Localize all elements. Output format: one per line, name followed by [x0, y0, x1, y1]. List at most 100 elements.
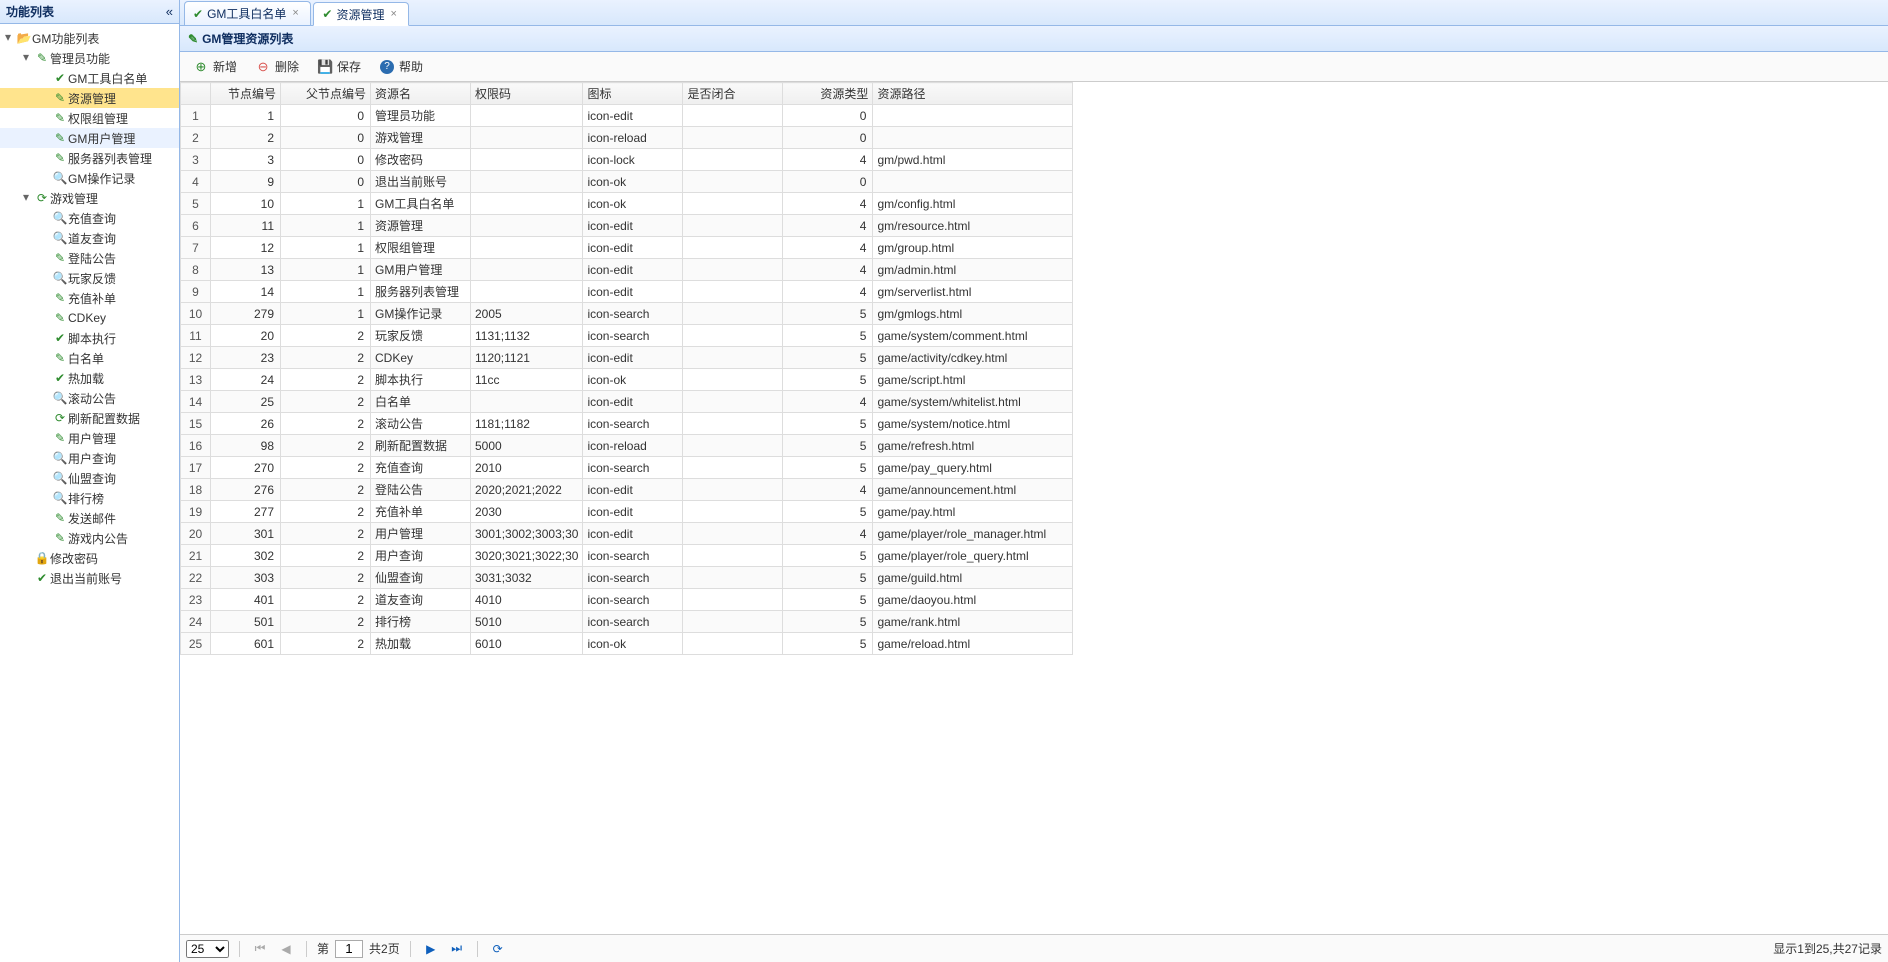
expand-icon[interactable]: ▾ [0, 30, 16, 46]
tree-node-guild-query[interactable]: 🔍仙盟查询 [0, 468, 179, 488]
col-header-5[interactable]: 图标 [583, 83, 683, 105]
cell: 1 [281, 259, 371, 281]
tree-node-user-query[interactable]: 🔍用户查询 [0, 448, 179, 468]
table-row[interactable]: 203012用户管理3001;3002;3003;30icon-edit4gam… [181, 523, 1073, 545]
tree-node-player-feedback[interactable]: 🔍玩家反馈 [0, 268, 179, 288]
close-icon[interactable]: × [292, 7, 304, 19]
table-row[interactable]: 9141服务器列表管理icon-edit4gm/serverlist.html [181, 281, 1073, 303]
tree-node-gm-whitelist[interactable]: ✔GM工具白名单 [0, 68, 179, 88]
tree-node-scroll-notice[interactable]: 🔍滚动公告 [0, 388, 179, 408]
tree-node-hotload[interactable]: ✔热加载 [0, 368, 179, 388]
col-header-2[interactable]: 父节点编号 [281, 83, 371, 105]
col-header-1[interactable]: 节点编号 [211, 83, 281, 105]
cell: 501 [211, 611, 281, 633]
col-header-3[interactable]: 资源名 [371, 83, 471, 105]
expand-icon[interactable]: ▾ [18, 190, 34, 206]
tree-node-game-mgmt[interactable]: ▾⟳游戏管理 [0, 188, 179, 208]
table-row[interactable]: 245012排行榜5010icon-search5game/rank.html [181, 611, 1073, 633]
table-row[interactable]: 192772充值补单2030icon-edit5game/pay.html [181, 501, 1073, 523]
tree-node-whitelist[interactable]: ✎白名单 [0, 348, 179, 368]
tab-1[interactable]: ✔资源管理× [313, 2, 409, 26]
cell: 276 [211, 479, 281, 501]
cell: 2 [281, 347, 371, 369]
col-header-8[interactable]: 资源路径 [873, 83, 1073, 105]
tab-0[interactable]: ✔GM工具白名单× [184, 1, 311, 25]
tree-node-perm-group[interactable]: ✎权限组管理 [0, 108, 179, 128]
tree-node-resource-mgmt[interactable]: ✎资源管理 [0, 88, 179, 108]
tree-node-rank[interactable]: 🔍排行榜 [0, 488, 179, 508]
table-row[interactable]: 12232CDKey1120;1121icon-edit5game/activi… [181, 347, 1073, 369]
close-icon[interactable]: × [390, 8, 402, 20]
resource-mgmt-icon: ✎ [52, 91, 68, 105]
tree-node-user-mgmt[interactable]: ✎用户管理 [0, 428, 179, 448]
tree-node-recharge-supp[interactable]: ✎充值补单 [0, 288, 179, 308]
tree-node-gm-user-mgmt[interactable]: ✎GM用户管理 [0, 128, 179, 148]
expand-icon [36, 490, 52, 506]
tree-label: 玩家反馈 [68, 270, 116, 287]
tree-node-send-mail[interactable]: ✎发送邮件 [0, 508, 179, 528]
next-page-button[interactable]: ▶ [421, 939, 441, 959]
table-row[interactable]: 223032仙盟查询3031;3032icon-search5game/guil… [181, 567, 1073, 589]
cell: 3 [181, 149, 211, 171]
table-row[interactable]: 234012道友查询4010icon-search5game/daoyou.ht… [181, 589, 1073, 611]
table-row[interactable]: 6111资源管理icon-edit4gm/resource.html [181, 215, 1073, 237]
refresh-button[interactable]: ⟳ [488, 939, 508, 959]
cell: game/player/role_query.html [873, 545, 1073, 567]
table-row[interactable]: 13242脚本执行11ccicon-ok5game/script.html [181, 369, 1073, 391]
tree-node-gm-oplog[interactable]: 🔍GM操作记录 [0, 168, 179, 188]
save-button[interactable]: 💾 保存 [310, 56, 368, 78]
table-row[interactable]: 102791GM操作记录2005icon-search5gm/gmlogs.ht… [181, 303, 1073, 325]
col-header-4[interactable]: 权限码 [471, 83, 583, 105]
table-row[interactable]: 330修改密码icon-lock4gm/pwd.html [181, 149, 1073, 171]
tree-node-server-list[interactable]: ✎服务器列表管理 [0, 148, 179, 168]
table-row[interactable]: 14252白名单icon-edit4game/system/whitelist.… [181, 391, 1073, 413]
table-row[interactable]: 182762登陆公告2020;2021;2022icon-edit4game/a… [181, 479, 1073, 501]
page-size-select[interactable]: 102550100 [186, 940, 229, 958]
collapse-sidebar-icon[interactable]: « [166, 4, 173, 19]
cell: 4010 [471, 589, 583, 611]
help-button[interactable]: ? 帮助 [372, 56, 430, 78]
tree-node-script-exec[interactable]: ✔脚本执行 [0, 328, 179, 348]
table-row[interactable]: 8131GM用户管理icon-edit4gm/admin.html [181, 259, 1073, 281]
table-row[interactable]: 213022用户查询3020;3021;3022;30icon-search5g… [181, 545, 1073, 567]
tree-node-daoyou-query[interactable]: 🔍道友查询 [0, 228, 179, 248]
last-page-button[interactable]: ⏭ [447, 939, 467, 959]
table-row[interactable]: 7121权限组管理icon-edit4gm/group.html [181, 237, 1073, 259]
page-input[interactable] [335, 940, 363, 958]
tree-node-ingame-notice[interactable]: ✎游戏内公告 [0, 528, 179, 548]
prev-page-button[interactable]: ◀ [276, 939, 296, 959]
tree-node-cdkey[interactable]: ✎CDKey [0, 308, 179, 328]
tree-node-root[interactable]: ▾📂GM功能列表 [0, 28, 179, 48]
table-row[interactable]: 256012热加载6010icon-ok5game/reload.html [181, 633, 1073, 655]
add-button[interactable]: ⊕ 新增 [186, 56, 244, 78]
table-row[interactable]: 110管理员功能icon-edit0 [181, 105, 1073, 127]
table-row[interactable]: 16982刷新配置数据5000icon-reload5game/refresh.… [181, 435, 1073, 457]
tree-label: 修改密码 [50, 550, 98, 567]
tree-label: 热加载 [68, 370, 104, 387]
first-page-button[interactable]: ⏮ [250, 939, 270, 959]
cell: icon-ok [583, 369, 683, 391]
table-row[interactable]: 5101GM工具白名单icon-ok4gm/config.html [181, 193, 1073, 215]
tree-node-logout[interactable]: ✔退出当前账号 [0, 568, 179, 588]
expand-icon[interactable]: ▾ [18, 50, 34, 66]
table-row[interactable]: 172702充值查询2010icon-search5game/pay_query… [181, 457, 1073, 479]
cell [683, 589, 783, 611]
col-header-7[interactable]: 资源类型 [783, 83, 873, 105]
tree-node-admin-func[interactable]: ▾✎管理员功能 [0, 48, 179, 68]
delete-button[interactable]: ⊖ 删除 [248, 56, 306, 78]
col-header-0[interactable] [181, 83, 211, 105]
col-header-6[interactable]: 是否闭合 [683, 83, 783, 105]
table-row[interactable]: 11202玩家反馈1131;1132icon-search5game/syste… [181, 325, 1073, 347]
cell [683, 479, 783, 501]
tree-node-refresh-config[interactable]: ⟳刷新配置数据 [0, 408, 179, 428]
table-row[interactable]: 490退出当前账号icon-ok0 [181, 171, 1073, 193]
cell: 0 [281, 105, 371, 127]
cell: 9 [211, 171, 281, 193]
table-row[interactable]: 220游戏管理icon-reload0 [181, 127, 1073, 149]
tree-node-recharge-query[interactable]: 🔍充值查询 [0, 208, 179, 228]
table-row[interactable]: 15262滚动公告1181;1182icon-search5game/syste… [181, 413, 1073, 435]
cell: 601 [211, 633, 281, 655]
tree-node-change-pwd[interactable]: 🔒修改密码 [0, 548, 179, 568]
grid-wrapper[interactable]: 节点编号父节点编号资源名权限码图标是否闭合资源类型资源路径110管理员功能ico… [180, 82, 1888, 934]
tree-node-login-notice[interactable]: ✎登陆公告 [0, 248, 179, 268]
